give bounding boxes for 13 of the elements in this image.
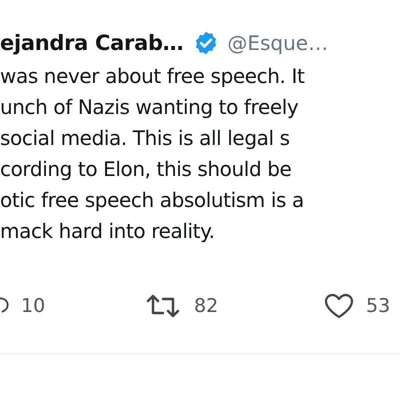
heart-icon[interactable] bbox=[324, 293, 354, 319]
author-handle: @Esque… bbox=[227, 31, 328, 55]
tweet-text-line: unch of Nazis wanting to freely bbox=[0, 94, 300, 121]
like-count: 53 bbox=[366, 295, 390, 317]
tweet-text-line: social media. This is all legal s bbox=[0, 125, 291, 152]
tweet-text-line: otic free speech absolutism is a bbox=[0, 187, 305, 214]
tweet-text-line: mack hard into reality. bbox=[0, 218, 216, 245]
tweet-text-line: cording to Elon, this should be bbox=[0, 156, 292, 183]
retweet-icon[interactable] bbox=[146, 293, 180, 319]
reply-count: 10 bbox=[21, 295, 46, 317]
retweet-count: 82 bbox=[194, 295, 218, 317]
tweet-text-line: was never about free speech. It bbox=[0, 63, 306, 90]
author-name: ejandra Carab… bbox=[0, 31, 184, 55]
